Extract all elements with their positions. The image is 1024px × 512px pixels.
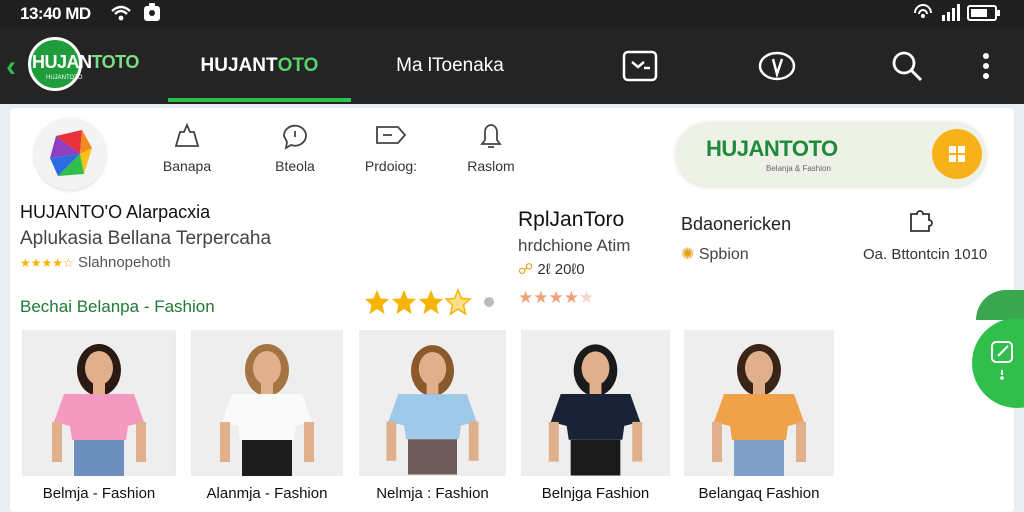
developer-name: Bdaonericken — [681, 214, 792, 234]
hotspot-icon — [912, 3, 934, 28]
app-logo[interactable]: HUJANTOTO HUJANTOTO — [28, 37, 139, 93]
release-date: Oa. Bttontcin 1010 — [863, 246, 988, 263]
status-time: 13:40 MD — [20, 4, 91, 23]
product-caption[interactable]: Belangaɋ Fashion — [684, 485, 834, 502]
tab-hujantoto[interactable]: HUJANTOTO — [168, 28, 351, 104]
app-tagline: Aplukasia Bellana Terpercaha — [20, 228, 272, 249]
notification-icon — [143, 3, 161, 28]
wifi-icon — [110, 3, 132, 28]
play-store-icon[interactable] — [757, 46, 797, 86]
category-label: Bteola — [275, 158, 315, 174]
product-card[interactable] — [359, 330, 506, 476]
banner-title: HUJANTOTO — [706, 136, 838, 161]
battery-icon — [967, 3, 1001, 28]
app-rating-row: ★★★★☆ Slahnopehoth — [20, 254, 171, 271]
rating-stars[interactable] — [363, 288, 503, 323]
sparkle-icon: ✺ — [681, 246, 695, 263]
logo-wordmark: HUJANTOTO — [32, 52, 139, 72]
product-caption[interactable]: Belnjga Fashion — [521, 485, 670, 502]
grid-icon — [949, 146, 965, 162]
product-card[interactable] — [22, 330, 176, 476]
bag-icon — [174, 122, 200, 147]
app-name: HUJANTO'O Alarpacxia — [20, 202, 211, 222]
content-panel: Banapa Bteola Prdoiog: Raslom HUJANTOTO … — [10, 108, 1014, 512]
app-icon[interactable] — [34, 118, 106, 190]
product-card[interactable] — [521, 330, 670, 476]
brand-subtitle: hrdchione Atim — [518, 236, 631, 255]
signal-icon — [940, 3, 962, 28]
banner-subtitle: Belanja & Fashion — [766, 164, 831, 173]
product-caption[interactable]: Belmja - Fashion — [22, 485, 176, 502]
star-icon — [419, 290, 443, 314]
category-banapa[interactable]: Banapa — [142, 122, 232, 174]
product-photo — [359, 331, 506, 475]
section-title: Bechai Belanpa - Fashion — [20, 297, 215, 316]
category-label: Banapa — [162, 158, 212, 174]
puzzle-icon — [906, 208, 934, 239]
product-card[interactable] — [191, 330, 343, 476]
star-icon — [392, 290, 416, 314]
small-stars-icon: ★★★★☆ — [20, 256, 74, 270]
product-photo — [192, 330, 342, 476]
product-photo — [24, 330, 174, 476]
product-card[interactable] — [684, 330, 834, 476]
product-photo — [521, 330, 670, 476]
search-icon[interactable] — [887, 46, 927, 86]
brand-name: RplJanToro — [518, 208, 625, 231]
product-caption[interactable]: Alanmja - Fashion — [191, 485, 343, 502]
back-icon[interactable]: ‹ — [6, 50, 16, 84]
star-half-icon — [444, 288, 472, 316]
logo-subtext: HUJANTOTO — [46, 75, 83, 81]
cast-icon[interactable] — [620, 46, 660, 86]
category-label: Raslom — [467, 158, 515, 174]
tab-secondary[interactable]: Ma lToenaka — [370, 28, 530, 104]
banner-action-button[interactable] — [932, 129, 982, 179]
developer-sub: ✺ Spbion — [681, 246, 749, 263]
status-bar: 13:40 MD — [0, 0, 1024, 28]
category-bteola[interactable]: Bteola — [250, 122, 340, 174]
promo-banner[interactable]: HUJANTOTO Belanja & Fashion — [676, 122, 986, 186]
category-raslom[interactable]: Raslom — [446, 122, 536, 174]
flame-icon: ☍ — [518, 261, 534, 278]
chat-icon — [283, 124, 307, 150]
tab-indicator — [168, 98, 351, 102]
category-label: Prdoiog: — [364, 158, 418, 174]
more-menu-icon[interactable] — [966, 46, 1006, 86]
bell-icon — [480, 124, 502, 148]
product-caption[interactable]: Nelmja : Fashion — [359, 485, 506, 502]
category-prdoiog[interactable]: Prdoiog: — [346, 122, 436, 174]
brand-count: ☍ 2ℓ 20ℓ0 — [518, 261, 585, 278]
product-photo — [684, 330, 834, 476]
dot-icon — [484, 297, 494, 307]
secondary-rating-stars: ★★★★★ — [518, 288, 595, 307]
app-bar: ‹ HUJANTOTO HUJANTOTO HUJANTOTO Ma lToen… — [0, 28, 1024, 104]
tag-icon — [376, 126, 407, 144]
star-icon — [365, 290, 389, 314]
edit-icon — [991, 341, 1013, 380]
